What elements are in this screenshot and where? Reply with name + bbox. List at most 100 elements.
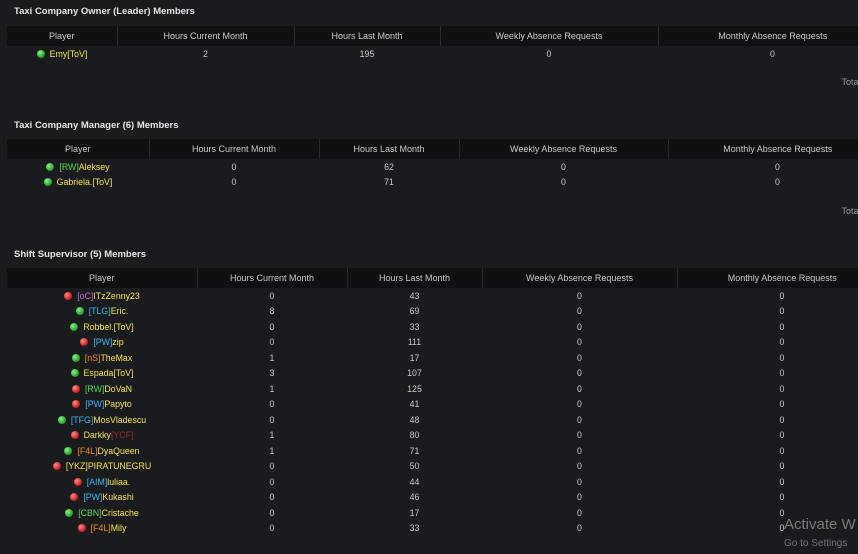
cell-last: 62 [384, 161, 394, 172]
player-name: MosVladescu [93, 414, 147, 425]
col-header-weekly-absence[interactable]: Weekly Absence Requests [482, 268, 678, 288]
cell-monthly: 0 [779, 476, 785, 487]
player-link[interactable]: [YKZ]PIRATUNEGRU [66, 461, 151, 471]
col-header-monthly-absence[interactable]: Monthly Absence Requests [677, 268, 858, 288]
player-name: Darkky [83, 430, 111, 441]
player-name: zip [112, 337, 124, 348]
cell-monthly: 0 [779, 383, 785, 394]
player-link[interactable]: Darkky[YCF] [84, 430, 134, 440]
col-header-hours-current[interactable]: Hours Current Month [149, 139, 320, 159]
online-status-icon [65, 508, 74, 517]
col-header-player[interactable]: Player [7, 26, 118, 46]
cell-weekly: 0 [577, 337, 582, 348]
table-row: [oC]ITzZenny23 0 43 0 0 [7, 288, 858, 304]
cell-last: 44 [409, 476, 420, 487]
player-cell: [oC]ITzZenny23 [7, 288, 197, 304]
player-faction-tag: [TFG] [70, 414, 94, 425]
player-cell: Espada[ToV] [7, 366, 197, 382]
player-link[interactable]: [PW]zip [93, 337, 123, 347]
table-row: [F4L]DyaQueen 1 71 0 0 [7, 443, 858, 459]
cell-current: 0 [231, 161, 237, 172]
cell-monthly: 0 [779, 321, 785, 332]
player-link[interactable]: Robbel.[ToV] [83, 322, 133, 332]
col-header-hours-last[interactable]: Hours Last Month [319, 139, 460, 159]
cell-monthly: 0 [779, 337, 785, 348]
player-link[interactable]: [F4L]DyaQueen [77, 446, 139, 456]
manager-total-count: Total: 2 Memb [841, 206, 858, 216]
cell-weekly: 0 [577, 445, 582, 456]
cell-current: 1 [269, 383, 275, 394]
col-header-player[interactable]: Player [7, 268, 198, 288]
table-row: [TLG]Eric. 8 69 0 0 [7, 303, 858, 319]
cell-weekly: 0 [577, 383, 582, 394]
cell-last: 50 [409, 461, 420, 472]
col-header-hours-last[interactable]: Hours Last Month [347, 268, 483, 288]
player-faction-suffix: [YCF] [110, 430, 134, 441]
col-header-hours-current[interactable]: Hours Current Month [117, 26, 295, 46]
cell-current: 0 [269, 337, 275, 348]
player-link[interactable]: [TLG]Eric. [89, 306, 129, 316]
col-header-weekly-absence[interactable]: Weekly Absence Requests [440, 26, 659, 46]
offline-status-icon [52, 462, 61, 471]
offline-status-icon [70, 431, 79, 440]
cell-current: 8 [269, 306, 275, 317]
player-faction-tag: [PW] [85, 399, 105, 410]
supervisor-members-table: Player Hours Current Month Hours Last Mo… [7, 268, 858, 536]
online-status-icon [70, 369, 79, 378]
cell-current: 2 [203, 48, 208, 59]
player-link[interactable]: Gabriela.[ToV] [57, 177, 113, 187]
cell-monthly: 0 [779, 399, 785, 410]
player-link[interactable]: [F4L]Mily [91, 523, 127, 533]
table-row: [nS]TheMax 1 17 0 0 [7, 350, 858, 366]
cell-weekly: 0 [577, 461, 582, 472]
player-link[interactable]: [PW]Kukashi [83, 492, 133, 502]
cell-current: 3 [269, 368, 275, 379]
col-header-hours-current[interactable]: Hours Current Month [197, 268, 348, 288]
online-status-icon [36, 49, 45, 58]
player-link[interactable]: [AIM]luliaa. [87, 477, 131, 487]
cell-last: 195 [359, 48, 375, 59]
player-faction-tag: [YKZ] [65, 461, 88, 472]
player-cell: [AIM]luliaa. [7, 474, 197, 490]
player-link[interactable]: [RW]DoVaN [85, 384, 132, 394]
cell-weekly: 0 [577, 399, 582, 410]
player-link[interactable]: [oC]ITzZenny23 [77, 291, 140, 301]
player-link[interactable]: [RW]Aleksey [59, 162, 109, 172]
cell-weekly: 0 [546, 48, 552, 59]
player-link[interactable]: [CBN]Cristache [78, 508, 139, 518]
col-header-hours-last[interactable]: Hours Last Month [294, 26, 441, 46]
player-link[interactable]: Emy[ToV] [50, 49, 88, 59]
player-name: DyaQueen [97, 445, 140, 456]
online-status-icon [43, 178, 52, 187]
player-name: luliaa. [107, 476, 131, 487]
table-row: Espada[ToV] 3 107 0 0 [7, 365, 858, 382]
player-link[interactable]: [TFG]MosVladescu [71, 415, 146, 425]
col-header-player[interactable]: Player [7, 139, 150, 159]
col-header-monthly-absence[interactable]: Monthly Absence Requests [668, 139, 858, 159]
cell-monthly: 0 [779, 290, 785, 301]
player-cell: [TFG]MosVladescu [7, 412, 197, 428]
col-header-weekly-absence[interactable]: Weekly Absence Requests [459, 139, 669, 159]
player-name: Emy[ToV] [49, 48, 88, 59]
player-name: Aleksey [78, 161, 110, 172]
cell-last: 80 [409, 430, 420, 441]
offline-status-icon [71, 384, 80, 393]
player-faction-tag: [PW] [93, 337, 113, 348]
player-cell: Gabriela.[ToV] [7, 175, 149, 191]
cell-last: 111 [407, 337, 422, 348]
player-name: Espada[ToV] [83, 368, 134, 379]
table-row: Darkky[YCF] 1 80 0 0 [7, 427, 858, 443]
col-header-monthly-absence[interactable]: Monthly Absence Requests [658, 26, 858, 46]
cell-weekly: 0 [577, 430, 582, 441]
cell-last: 41 [409, 399, 420, 410]
cell-last: 17 [409, 507, 420, 518]
table-header-row: Player Hours Current Month Hours Last Mo… [7, 268, 858, 288]
player-faction-tag: [oC] [77, 290, 94, 301]
cell-last: 17 [409, 352, 420, 363]
player-link[interactable]: Espada[ToV] [84, 368, 134, 378]
cell-current: 0 [269, 290, 275, 301]
player-link[interactable]: [nS]TheMax [85, 353, 132, 363]
player-link[interactable]: [PW]Papyto [85, 399, 131, 409]
online-status-icon [71, 353, 80, 362]
owner-members-table: Player Hours Current Month Hours Last Mo… [7, 26, 858, 62]
